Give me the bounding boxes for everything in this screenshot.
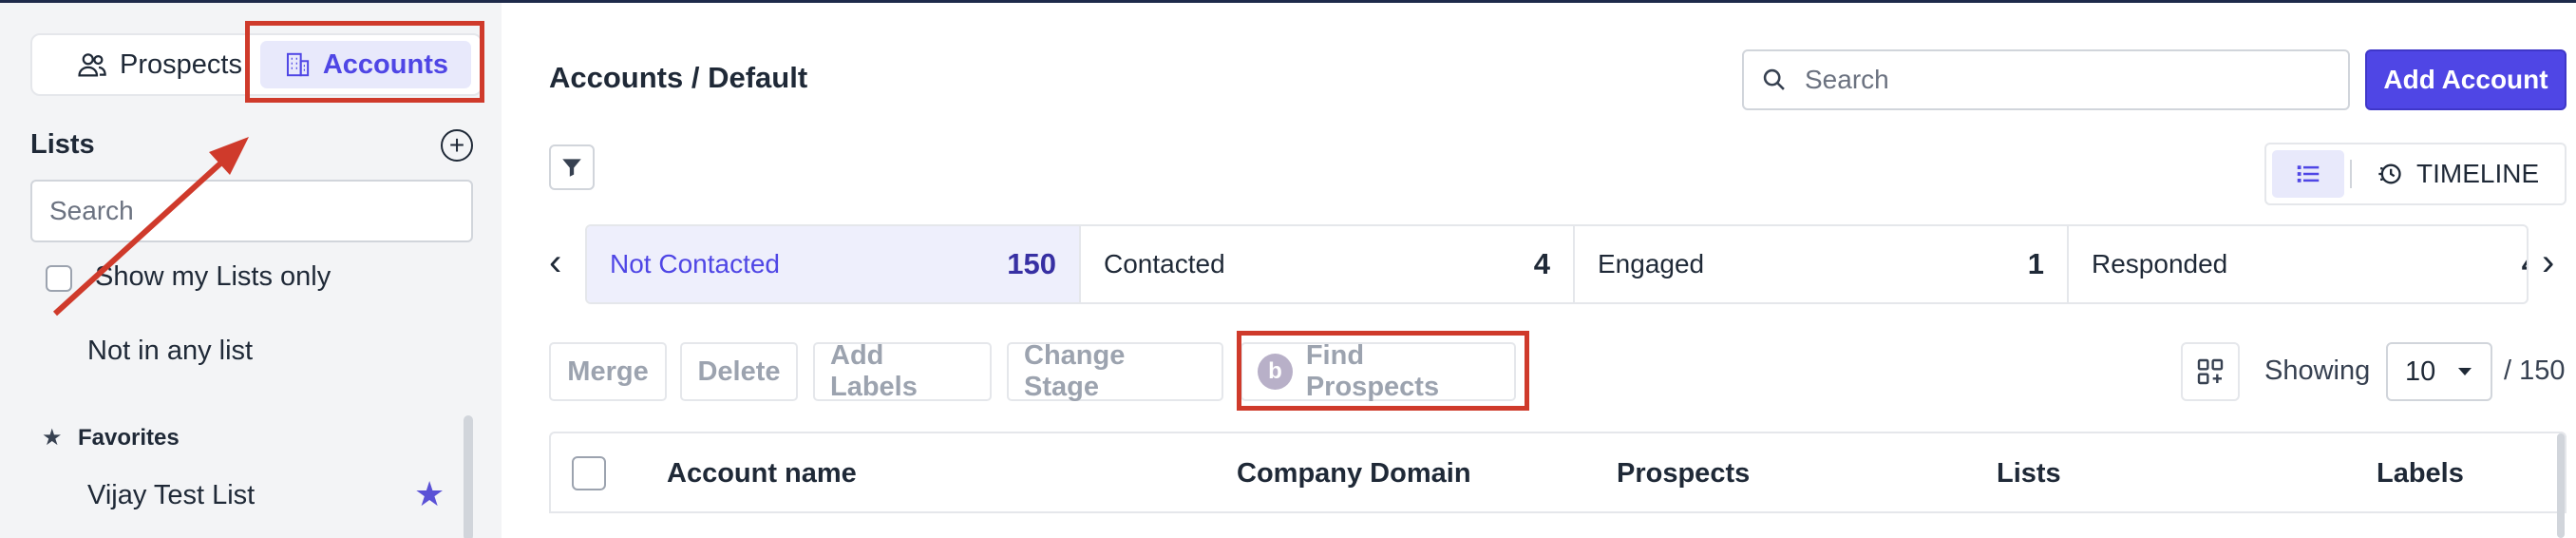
annotation-arrow bbox=[52, 137, 249, 317]
